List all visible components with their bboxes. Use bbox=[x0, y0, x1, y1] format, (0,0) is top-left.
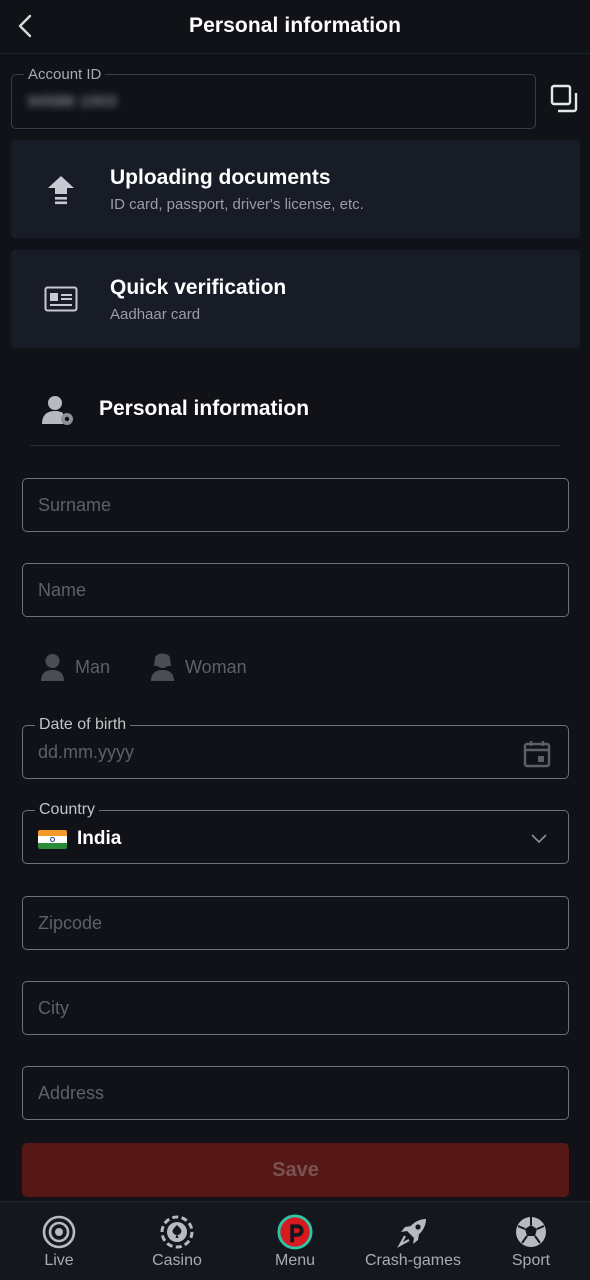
gender-man-option[interactable]: Man bbox=[40, 651, 110, 683]
card-subtitle: Aadhaar card bbox=[110, 306, 201, 323]
nav-menu-label: Menu bbox=[274, 1252, 316, 1269]
address-placeholder: Address bbox=[38, 1083, 105, 1103]
save-button[interactable]: Save bbox=[22, 1143, 569, 1197]
country-select[interactable]: Country India bbox=[22, 801, 569, 864]
account-id-value: 94588 1003 bbox=[28, 93, 118, 110]
date-of-birth-placeholder: dd.mm.yyyy bbox=[38, 742, 135, 762]
nav-live-label: Live bbox=[44, 1252, 74, 1269]
card-title: Uploading documents bbox=[110, 166, 331, 189]
name-placeholder: Name bbox=[38, 580, 87, 600]
calendar-icon[interactable] bbox=[522, 739, 552, 769]
uploading-documents-card[interactable]: Uploading documents ID card, passport, d… bbox=[11, 140, 580, 238]
surname-placeholder: Surname bbox=[38, 495, 112, 515]
card-subtitle: ID card, passport, driver's license, etc… bbox=[110, 196, 364, 213]
upload-icon bbox=[41, 172, 81, 206]
gender-woman-label: Woman bbox=[185, 656, 247, 677]
header: Personal information bbox=[0, 0, 590, 54]
nav-sport[interactable]: Sport bbox=[472, 1202, 590, 1280]
chevron-down-icon bbox=[531, 834, 547, 844]
gender-man-label: Man bbox=[75, 656, 111, 677]
nav-sport-label: Sport bbox=[511, 1252, 551, 1269]
id-card-icon bbox=[41, 282, 81, 316]
nav-crash-games-label: Crash-games bbox=[364, 1252, 462, 1269]
live-icon bbox=[41, 1214, 77, 1250]
account-id-field: Account ID 94588 1003 bbox=[11, 66, 536, 129]
india-flag-icon bbox=[38, 830, 67, 849]
country-label: Country bbox=[35, 801, 100, 819]
city-placeholder: City bbox=[38, 998, 69, 1018]
gender-woman-option[interactable]: Woman bbox=[150, 651, 247, 683]
date-of-birth-input[interactable]: Date of birth dd.mm.yyyy bbox=[22, 716, 569, 779]
city-input[interactable]: City bbox=[22, 981, 569, 1035]
country-value: India bbox=[77, 828, 122, 849]
page-title: Personal information bbox=[188, 14, 402, 37]
soccer-ball-icon bbox=[513, 1214, 549, 1250]
personal-information-section: Personal information bbox=[30, 384, 560, 446]
user-settings-icon bbox=[42, 396, 73, 425]
casino-chip-icon bbox=[159, 1214, 195, 1250]
name-input[interactable]: Name bbox=[22, 563, 569, 617]
card-title: Quick verification bbox=[110, 276, 287, 299]
account-id-label: Account ID bbox=[24, 66, 106, 83]
nav-casino-label: Casino bbox=[152, 1252, 202, 1269]
bottom-navigation: Live Casino Menu Crash-games Sport bbox=[0, 1201, 590, 1280]
copy-button[interactable] bbox=[548, 83, 580, 115]
section-title: Personal information bbox=[99, 397, 310, 420]
nav-menu[interactable]: Menu bbox=[236, 1202, 354, 1280]
surname-input[interactable]: Surname bbox=[22, 478, 569, 532]
date-of-birth-label: Date of birth bbox=[35, 716, 131, 734]
copy-icon bbox=[550, 84, 578, 113]
nav-crash-games[interactable]: Crash-games bbox=[354, 1202, 472, 1280]
zipcode-input[interactable]: Zipcode bbox=[22, 896, 569, 950]
woman-icon bbox=[151, 653, 174, 681]
rocket-icon bbox=[395, 1214, 431, 1250]
man-icon bbox=[41, 654, 64, 681]
nav-casino[interactable]: Casino bbox=[118, 1202, 236, 1280]
menu-logo-icon bbox=[277, 1214, 313, 1250]
quick-verification-card[interactable]: Quick verification Aadhaar card bbox=[11, 250, 580, 348]
zipcode-placeholder: Zipcode bbox=[38, 913, 103, 933]
address-input[interactable]: Address bbox=[22, 1066, 569, 1120]
nav-live[interactable]: Live bbox=[0, 1202, 118, 1280]
